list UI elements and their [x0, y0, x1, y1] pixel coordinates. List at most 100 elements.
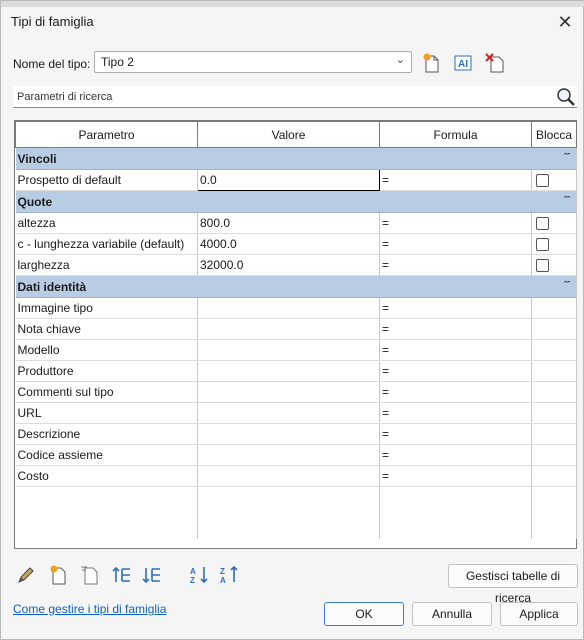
edit-pencil-icon[interactable] [15, 564, 37, 586]
lock-cell [531, 297, 577, 319]
param-formula[interactable]: = [379, 212, 532, 234]
group-row-vincoli[interactable]: Vincoli ˆˆ [15, 147, 577, 170]
param-value-input[interactable] [197, 339, 380, 361]
lock-checkbox[interactable] [536, 174, 549, 188]
apply-button[interactable]: Applica [500, 602, 578, 626]
group-row-dati-identita[interactable]: Dati identità ˆˆ [15, 275, 577, 298]
param-formula[interactable]: = [379, 423, 532, 445]
table-row: altezza 800.0 = [15, 212, 577, 234]
manage-lookup-tables-button[interactable]: Gestisci tabelle di ricerca [448, 564, 578, 605]
param-formula[interactable]: = [379, 360, 532, 382]
param-name: Modello [15, 339, 198, 361]
close-icon[interactable]: ✕ [553, 10, 577, 34]
type-name-dropdown[interactable]: Tipo 2 ⌄ [94, 51, 412, 73]
new-type-icon[interactable] [421, 52, 443, 74]
column-header-blocca[interactable]: Blocca [531, 121, 577, 148]
param-value-input[interactable]: 4000.0 [197, 233, 380, 255]
lock-cell [531, 444, 577, 466]
param-value-input[interactable] [197, 402, 380, 424]
sort-descending-icon[interactable]: Z A [219, 564, 241, 586]
dialog-title: Tipi di famiglia [11, 14, 94, 29]
column-header-parametro[interactable]: Parametro [15, 121, 198, 148]
table-row: Modello = [15, 339, 577, 361]
ok-button[interactable]: OK [324, 602, 404, 626]
rename-type-icon[interactable]: AI [452, 52, 474, 74]
param-value-input[interactable] [197, 360, 380, 382]
search-icon[interactable] [555, 87, 577, 107]
move-up-icon[interactable] [111, 564, 133, 586]
move-down-icon[interactable] [141, 564, 163, 586]
table-row: Prospetto di default 0.0 = [15, 169, 577, 191]
table-row: c - lunghezza variabile (default) 4000.0… [15, 233, 577, 255]
param-formula[interactable]: = [379, 318, 532, 340]
parameter-search-field[interactable]: Parametri di ricerca [13, 86, 577, 108]
parameters-table: Parametro Valore Formula Blocca Vincoli ˆ… [15, 121, 577, 539]
param-formula[interactable]: = [379, 169, 532, 191]
new-parameter-icon[interactable] [47, 564, 69, 586]
param-formula[interactable]: = [379, 444, 532, 466]
param-value-input[interactable]: 0.0 [197, 169, 380, 191]
lock-checkbox[interactable] [536, 259, 549, 273]
param-formula[interactable]: = [379, 465, 532, 487]
param-name: Prospetto di default [15, 169, 198, 191]
chevron-down-icon: ⌄ [395, 54, 405, 66]
column-header-valore[interactable]: Valore [197, 121, 380, 148]
lock-cell [531, 360, 577, 382]
svg-text:Z: Z [220, 567, 225, 576]
param-value-input[interactable] [197, 423, 380, 445]
parameters-grid: Parametro Valore Formula Blocca Vincoli ˆ… [14, 120, 577, 549]
param-value-input[interactable]: 800.0 [197, 212, 380, 234]
param-name: Immagine tipo [15, 297, 198, 319]
param-name: Nota chiave [15, 318, 198, 340]
lock-checkbox[interactable] [536, 238, 549, 252]
table-row: Produttore = [15, 360, 577, 382]
column-header-formula[interactable]: Formula [379, 121, 532, 148]
svg-text:Z: Z [190, 576, 195, 585]
param-formula[interactable]: = [379, 339, 532, 361]
param-value-input[interactable]: 32000.0 [197, 254, 380, 276]
param-name: larghezza [15, 254, 198, 276]
param-formula[interactable]: = [379, 402, 532, 424]
param-name: Produttore [15, 360, 198, 382]
delete-type-icon[interactable] [484, 52, 506, 74]
param-name: Descrizione [15, 423, 198, 445]
table-row: Codice assieme = [15, 444, 577, 466]
lock-cell [531, 318, 577, 340]
group-row-quote[interactable]: Quote ˆˆ [15, 190, 577, 213]
table-row: URL = [15, 402, 577, 424]
param-name: altezza [15, 212, 198, 234]
table-row: Commenti sul tipo = [15, 381, 577, 403]
table-row: larghezza 32000.0 = [15, 254, 577, 276]
param-name: Codice assieme [15, 444, 198, 466]
param-name: Commenti sul tipo [15, 381, 198, 403]
table-row: Immagine tipo = [15, 297, 577, 319]
type-name-label: Nome del tipo: [13, 57, 91, 71]
param-name: URL [15, 402, 198, 424]
cancel-button[interactable]: Annulla [412, 602, 492, 626]
collapse-icon[interactable]: ˆˆ [564, 195, 570, 205]
param-formula[interactable]: = [379, 381, 532, 403]
sort-ascending-icon[interactable]: A Z [189, 564, 211, 586]
lock-checkbox[interactable] [536, 217, 549, 231]
lock-cell [531, 402, 577, 424]
param-value-input[interactable] [197, 318, 380, 340]
table-row: Descrizione = [15, 423, 577, 445]
param-formula[interactable]: = [379, 254, 532, 276]
param-formula[interactable]: = [379, 297, 532, 319]
svg-text:A: A [220, 576, 226, 585]
collapse-icon[interactable]: ˆˆ [564, 280, 570, 290]
collapse-icon[interactable]: ˆˆ [564, 152, 570, 162]
help-link[interactable]: Come gestire i tipi di famiglia [13, 602, 166, 616]
table-row: Nota chiave = [15, 318, 577, 340]
type-name-value: Tipo 2 [101, 55, 134, 69]
group-label: Dati identità [17, 279, 87, 294]
param-formula[interactable]: = [379, 233, 532, 255]
param-name: Costo [15, 465, 198, 487]
param-value-input[interactable] [197, 297, 380, 319]
param-value-input[interactable] [197, 444, 380, 466]
delete-parameter-icon[interactable] [79, 564, 101, 586]
param-value-input[interactable] [197, 465, 380, 487]
lock-cell [531, 465, 577, 487]
family-types-dialog: Tipi di famiglia ✕ Nome del tipo: Tipo 2… [0, 0, 584, 640]
param-value-input[interactable] [197, 381, 380, 403]
